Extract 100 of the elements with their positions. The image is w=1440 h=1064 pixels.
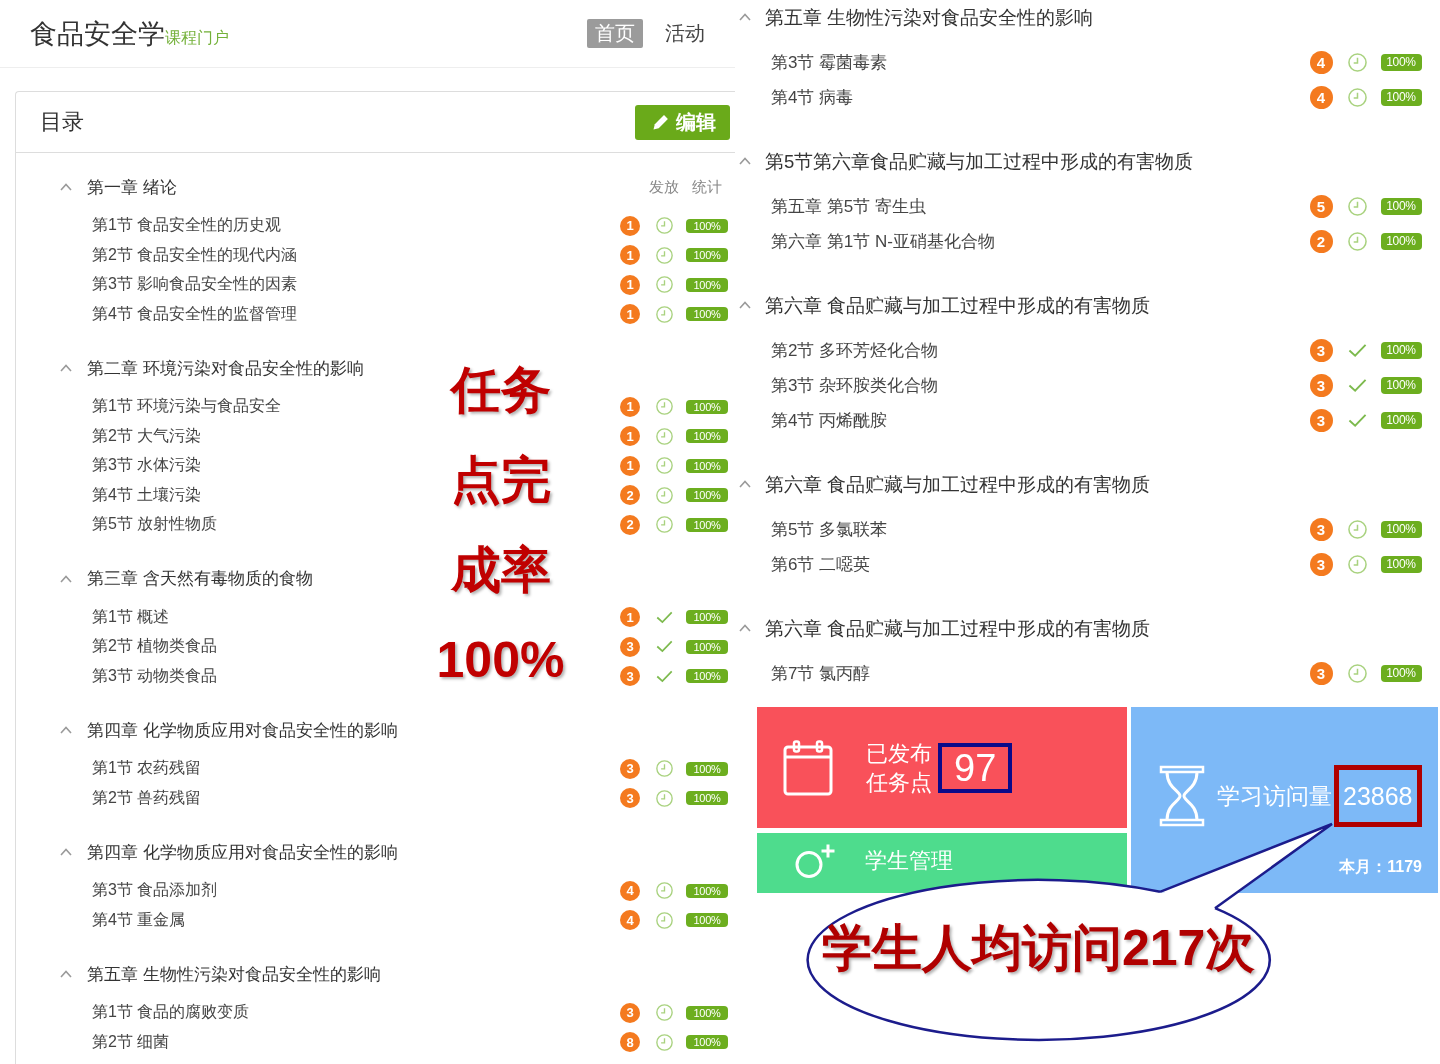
- count-badge: 3: [1309, 338, 1333, 362]
- caret-icon[interactable]: [739, 157, 751, 165]
- tile-label: 学习访问量: [1217, 781, 1332, 811]
- lesson-link[interactable]: 第2节 食品安全性的现代内涵: [92, 244, 298, 266]
- lesson-link[interactable]: 第2节 植物类食品: [92, 636, 218, 658]
- chapter-title[interactable]: 第六章 食品贮藏与加工过程中形成的有害物质: [765, 615, 1151, 641]
- count-badge: 1: [620, 245, 640, 266]
- lesson-link[interactable]: 第1节 概述: [92, 606, 170, 628]
- completion-badge: 100%: [1380, 53, 1422, 71]
- column-header: 统计: [692, 177, 722, 197]
- count-badge: 1: [620, 304, 640, 325]
- lesson-link[interactable]: 第1节 食品安全性的历史观: [92, 215, 282, 237]
- caret-icon[interactable]: [739, 13, 751, 21]
- completion-badge: 100%: [686, 639, 728, 654]
- completion-badge: 100%: [686, 791, 728, 806]
- lesson-link[interactable]: 第2节 多环芳烃化合物: [771, 338, 939, 362]
- lesson-link[interactable]: 第六章 第1节 N-亚硝基化合物: [771, 229, 995, 253]
- person-add-icon: [795, 843, 837, 879]
- caret-icon[interactable]: [739, 301, 751, 309]
- tile-label: 学生管理: [865, 847, 953, 875]
- chapter-title[interactable]: 第五章 生物性污染对食品安全性的影响: [87, 962, 381, 986]
- count-badge: 3: [1309, 373, 1333, 397]
- lesson-link[interactable]: 第6节 二噁英: [771, 552, 871, 576]
- visit-count: 23868: [1334, 765, 1422, 827]
- completion-badge: 100%: [686, 1005, 728, 1020]
- lesson-link[interactable]: 第3节 水体污染: [92, 455, 202, 477]
- count-badge: 2: [1309, 229, 1333, 253]
- count-badge: 4: [620, 910, 640, 931]
- count-badge: 3: [620, 1002, 640, 1023]
- annotation-text: 100%: [436, 632, 565, 688]
- count-badge: 3: [620, 666, 640, 687]
- catalog-title: 目录: [40, 108, 84, 136]
- count-badge: 3: [1309, 408, 1333, 432]
- lesson-link[interactable]: 第1节 食品的腐败变质: [92, 1002, 250, 1024]
- caret-icon[interactable]: [60, 574, 72, 583]
- column-header: 发放: [649, 177, 679, 197]
- lesson-link[interactable]: 第4节 食品安全性的监督管理: [92, 303, 298, 325]
- lesson-link[interactable]: 第1节 农药残留: [92, 758, 202, 780]
- chapter-title[interactable]: 第五章 生物性污染对食品安全性的影响: [765, 4, 1094, 30]
- count-badge: 1: [620, 274, 640, 295]
- annotation-text: 点完: [450, 452, 551, 508]
- completion-badge: 100%: [686, 218, 728, 233]
- chapter-title[interactable]: 第四章 化学物质应用对食品安全性的影响: [87, 840, 398, 864]
- lesson-link[interactable]: 第3节 动物类食品: [92, 665, 218, 687]
- lesson-link[interactable]: 第2节 兽药残留: [92, 787, 202, 809]
- caret-icon[interactable]: [739, 480, 751, 488]
- lesson-link[interactable]: 第3节 食品添加剂: [92, 880, 218, 902]
- lesson-link[interactable]: 第4节 病毒: [771, 85, 854, 109]
- nav-tab[interactable]: 活动: [657, 19, 713, 48]
- completion-badge: 100%: [686, 429, 728, 444]
- completion-badge: 100%: [1380, 555, 1422, 573]
- chapter-title[interactable]: 第六章 食品贮藏与加工过程中形成的有害物质: [765, 471, 1151, 497]
- count-badge: 3: [1309, 552, 1333, 576]
- completion-badge: 100%: [686, 307, 728, 322]
- lesson-link[interactable]: 第4节 重金属: [92, 909, 186, 931]
- lesson-link[interactable]: 第五章 第5节 寄生虫: [771, 194, 926, 218]
- lesson-link[interactable]: 第2节 大气污染: [92, 425, 202, 447]
- lesson-link[interactable]: 第7节 氯丙醇: [771, 661, 871, 685]
- chapter-title[interactable]: 第三章 含天然有毒物质的食物: [87, 567, 313, 590]
- caret-icon[interactable]: [739, 624, 751, 632]
- count-badge: 3: [620, 788, 640, 809]
- lesson-link[interactable]: 第3节 影响食品安全性的因素: [92, 274, 298, 296]
- lesson-link[interactable]: 第5节 放射性物质: [92, 514, 218, 536]
- course-title: 食品安全学: [30, 17, 165, 51]
- hourglass-icon: [1158, 765, 1206, 827]
- completion-badge: 100%: [1380, 376, 1422, 394]
- chapter-title[interactable]: 第二章 环境污染对食品安全性的影响: [87, 356, 364, 380]
- completion-badge: 100%: [686, 1035, 728, 1050]
- count-badge: 1: [620, 607, 640, 628]
- caret-icon[interactable]: [60, 726, 72, 734]
- completion-badge: 100%: [686, 610, 728, 625]
- completion-badge: 100%: [686, 277, 728, 292]
- lesson-link[interactable]: 第5节 多氯联苯: [771, 517, 888, 541]
- chapter-title[interactable]: 第六章 食品贮藏与加工过程中形成的有害物质: [765, 292, 1151, 318]
- caret-icon[interactable]: [60, 183, 72, 191]
- completion-badge: 100%: [686, 399, 728, 414]
- lesson-link[interactable]: 第3节 霉菌毒素: [771, 50, 888, 74]
- completion-badge: 100%: [1380, 88, 1422, 106]
- count-badge: 4: [1309, 50, 1333, 74]
- lesson-link[interactable]: 第4节 土壤污染: [92, 484, 202, 506]
- caret-icon[interactable]: [60, 848, 72, 856]
- count-badge: 3: [620, 758, 640, 779]
- callout-text: 学生人均访问217次: [822, 920, 1256, 976]
- chapter-title[interactable]: 第一章 绪论: [87, 175, 177, 199]
- count-badge: 5: [1309, 194, 1333, 218]
- count-badge: 1: [620, 455, 640, 476]
- caret-icon[interactable]: [60, 364, 72, 372]
- count-badge: 2: [620, 514, 640, 535]
- lesson-link[interactable]: 第3节 杂环胺类化合物: [771, 373, 939, 397]
- count-badge: 4: [1309, 85, 1333, 109]
- completion-badge: 100%: [1380, 341, 1422, 359]
- lesson-link[interactable]: 第4节 丙烯酰胺: [771, 408, 888, 432]
- chapter-title[interactable]: 第5节第六章食品贮藏与加工过程中形成的有害物质: [765, 148, 1194, 174]
- count-badge: 1: [620, 215, 640, 236]
- chapter-title[interactable]: 第四章 化学物质应用对食品安全性的影响: [87, 718, 398, 742]
- count-badge: 1: [620, 396, 640, 417]
- lesson-link[interactable]: 第1节 环境污染与食品安全: [92, 396, 282, 418]
- completion-badge: 100%: [686, 458, 728, 473]
- caret-icon[interactable]: [60, 970, 72, 978]
- lesson-link[interactable]: 第2节 细菌: [92, 1031, 170, 1053]
